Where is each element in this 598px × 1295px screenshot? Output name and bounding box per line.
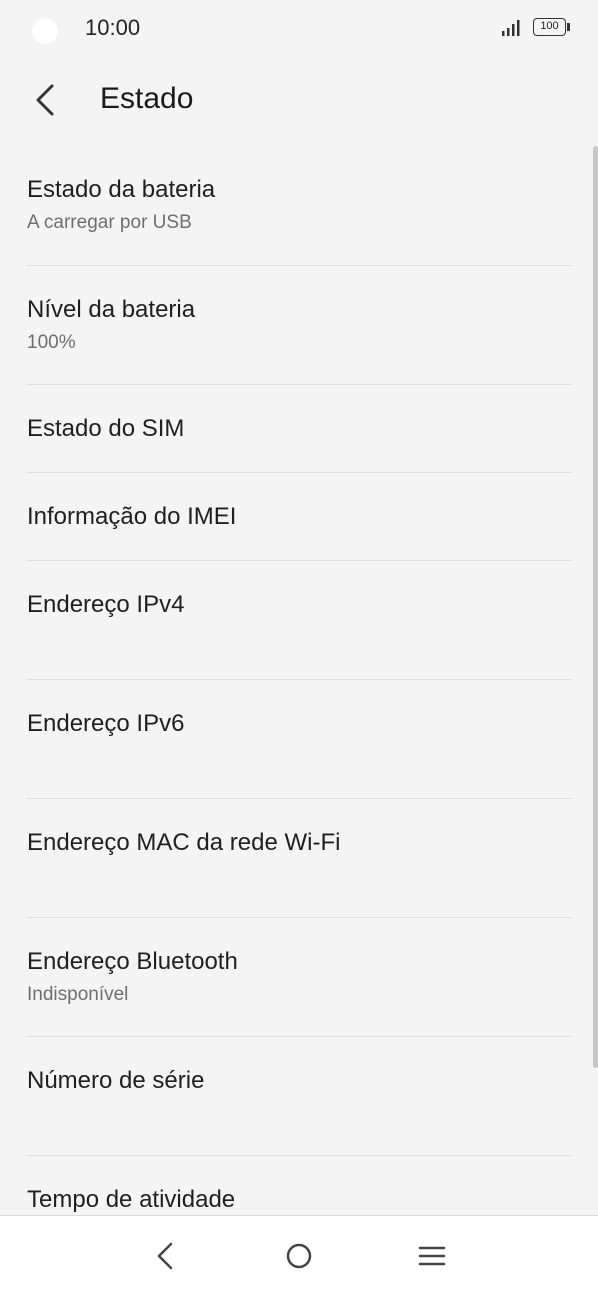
list-item-battery-state[interactable]: Estado da bateria A carregar por USB <box>0 146 598 266</box>
list-item-subtitle: A carregar por USB <box>27 212 192 233</box>
status-bar: 10:00 100 <box>0 0 598 56</box>
list-item-title: Endereço IPv6 <box>27 710 185 737</box>
signal-icon <box>502 20 520 36</box>
chevron-left-icon[interactable] <box>24 78 68 122</box>
page-title: Estado <box>100 82 194 115</box>
back-icon[interactable] <box>144 1234 188 1278</box>
list-item-title: Endereço Bluetooth <box>27 948 238 975</box>
list-item-title: Número de série <box>27 1067 205 1094</box>
list-item-title: Nível da bateria <box>27 296 196 323</box>
list-item-title: Endereço IPv4 <box>27 591 185 618</box>
recents-menu-icon[interactable] <box>410 1234 454 1278</box>
home-icon[interactable] <box>277 1234 321 1278</box>
app-bar: Estado <box>0 64 598 140</box>
navigation-bar <box>0 1215 598 1295</box>
status-time: 10:00 <box>85 15 141 40</box>
list-item-bluetooth-address[interactable]: Endereço Bluetooth Indisponível <box>0 918 598 1037</box>
battery-level: 100 <box>533 18 566 36</box>
list-item-title: Estado da bateria <box>27 176 216 203</box>
list-item-title: Estado do SIM <box>27 415 185 442</box>
settings-list: Estado da bateria A carregar por USB Nív… <box>0 146 598 1246</box>
list-item-serial-number[interactable]: Número de série <box>0 1037 598 1156</box>
list-item-sim-state[interactable]: Estado do SIM <box>0 385 598 473</box>
list-item-imei-info[interactable]: Informação do IMEI <box>0 473 598 561</box>
list-item-title: Endereço MAC da rede Wi-Fi <box>27 829 341 856</box>
camera-cutout <box>32 18 58 44</box>
list-item-subtitle: Indisponível <box>27 984 129 1005</box>
list-item-wifi-mac-address[interactable]: Endereço MAC da rede Wi-Fi <box>0 799 598 918</box>
list-item-ipv6-address[interactable]: Endereço IPv6 <box>0 680 598 799</box>
status-screen: 10:00 100 Estado Estado da bateria A car… <box>0 0 598 1295</box>
battery-icon: 100 <box>533 18 571 38</box>
list-item-title: Tempo de atividade <box>27 1186 236 1213</box>
list-item-ipv4-address[interactable]: Endereço IPv4 <box>0 561 598 680</box>
list-item-title: Informação do IMEI <box>27 503 237 530</box>
list-item-battery-level[interactable]: Nível da bateria 100% <box>0 266 598 385</box>
list-item-subtitle: 100% <box>27 332 76 353</box>
